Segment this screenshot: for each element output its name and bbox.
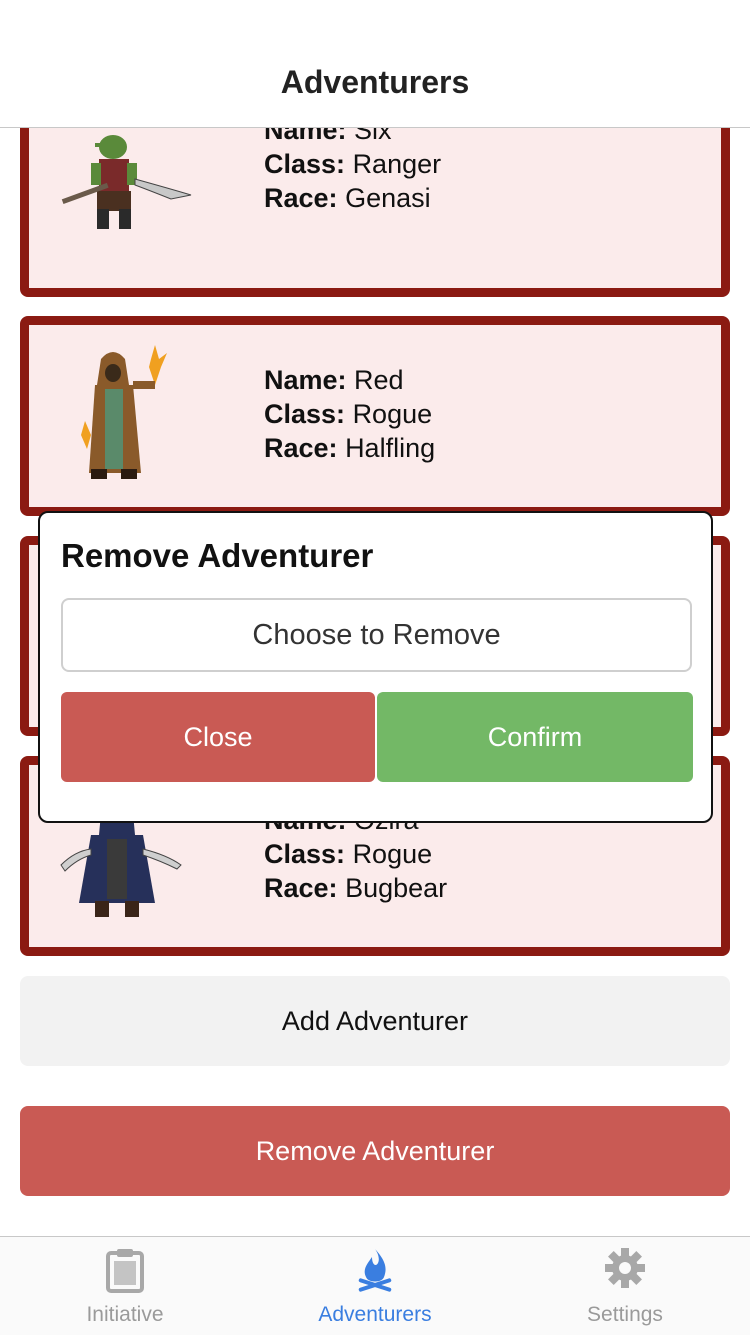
adventurer-race: Bugbear	[345, 873, 448, 903]
tab-settings[interactable]: Settings	[500, 1237, 750, 1335]
adventurer-name: Six	[354, 128, 392, 145]
choose-adventurer-select[interactable]: Choose to Remove	[61, 598, 692, 672]
adventurer-name: Red	[354, 365, 404, 395]
gear-icon	[605, 1248, 645, 1288]
tab-label: Initiative	[86, 1303, 164, 1326]
adventurer-info: Name: Red Class: Rogue Race: Halfling	[264, 365, 436, 463]
close-button[interactable]: Close	[61, 692, 375, 782]
adventurer-info: Name: Six Class: Ranger Race: Genasi	[264, 128, 441, 215]
adventurer-class: Rogue	[352, 399, 433, 429]
adventurer-race: Genasi	[345, 183, 431, 213]
adventurer-card[interactable]: Name: Six Class: Ranger Race: Genasi	[20, 128, 730, 297]
tab-label: Settings	[587, 1303, 663, 1326]
hooded-mage-sprite	[81, 345, 167, 479]
clipboard-icon	[106, 1249, 144, 1293]
remove-adventurer-dialog: Remove Adventurer Choose to Remove Close…	[38, 511, 713, 823]
tab-label: Adventurers	[318, 1303, 432, 1326]
tab-initiative[interactable]: Initiative	[0, 1237, 250, 1335]
adventurer-race: Halfling	[345, 433, 436, 463]
page-title: Adventurers	[280, 64, 470, 100]
goblin-ranger-sprite	[61, 135, 192, 229]
tab-bar: Initiative Adventurers Settings	[0, 1236, 750, 1335]
nav-header: Adventurers	[0, 0, 750, 128]
confirm-button[interactable]: Confirm	[377, 692, 693, 782]
add-adventurer-button[interactable]: Add Adventurer	[20, 976, 730, 1066]
tab-adventurers[interactable]: Adventurers	[250, 1237, 500, 1335]
dialog-title: Remove Adventurer	[61, 537, 374, 574]
campfire-icon	[358, 1249, 392, 1292]
adventurer-card[interactable]: Name: Red Class: Rogue Race: Halfling	[20, 316, 730, 516]
adventurer-class: Rogue	[352, 839, 433, 869]
adventurer-class: Ranger	[352, 149, 442, 179]
remove-adventurer-button[interactable]: Remove Adventurer	[20, 1106, 730, 1196]
